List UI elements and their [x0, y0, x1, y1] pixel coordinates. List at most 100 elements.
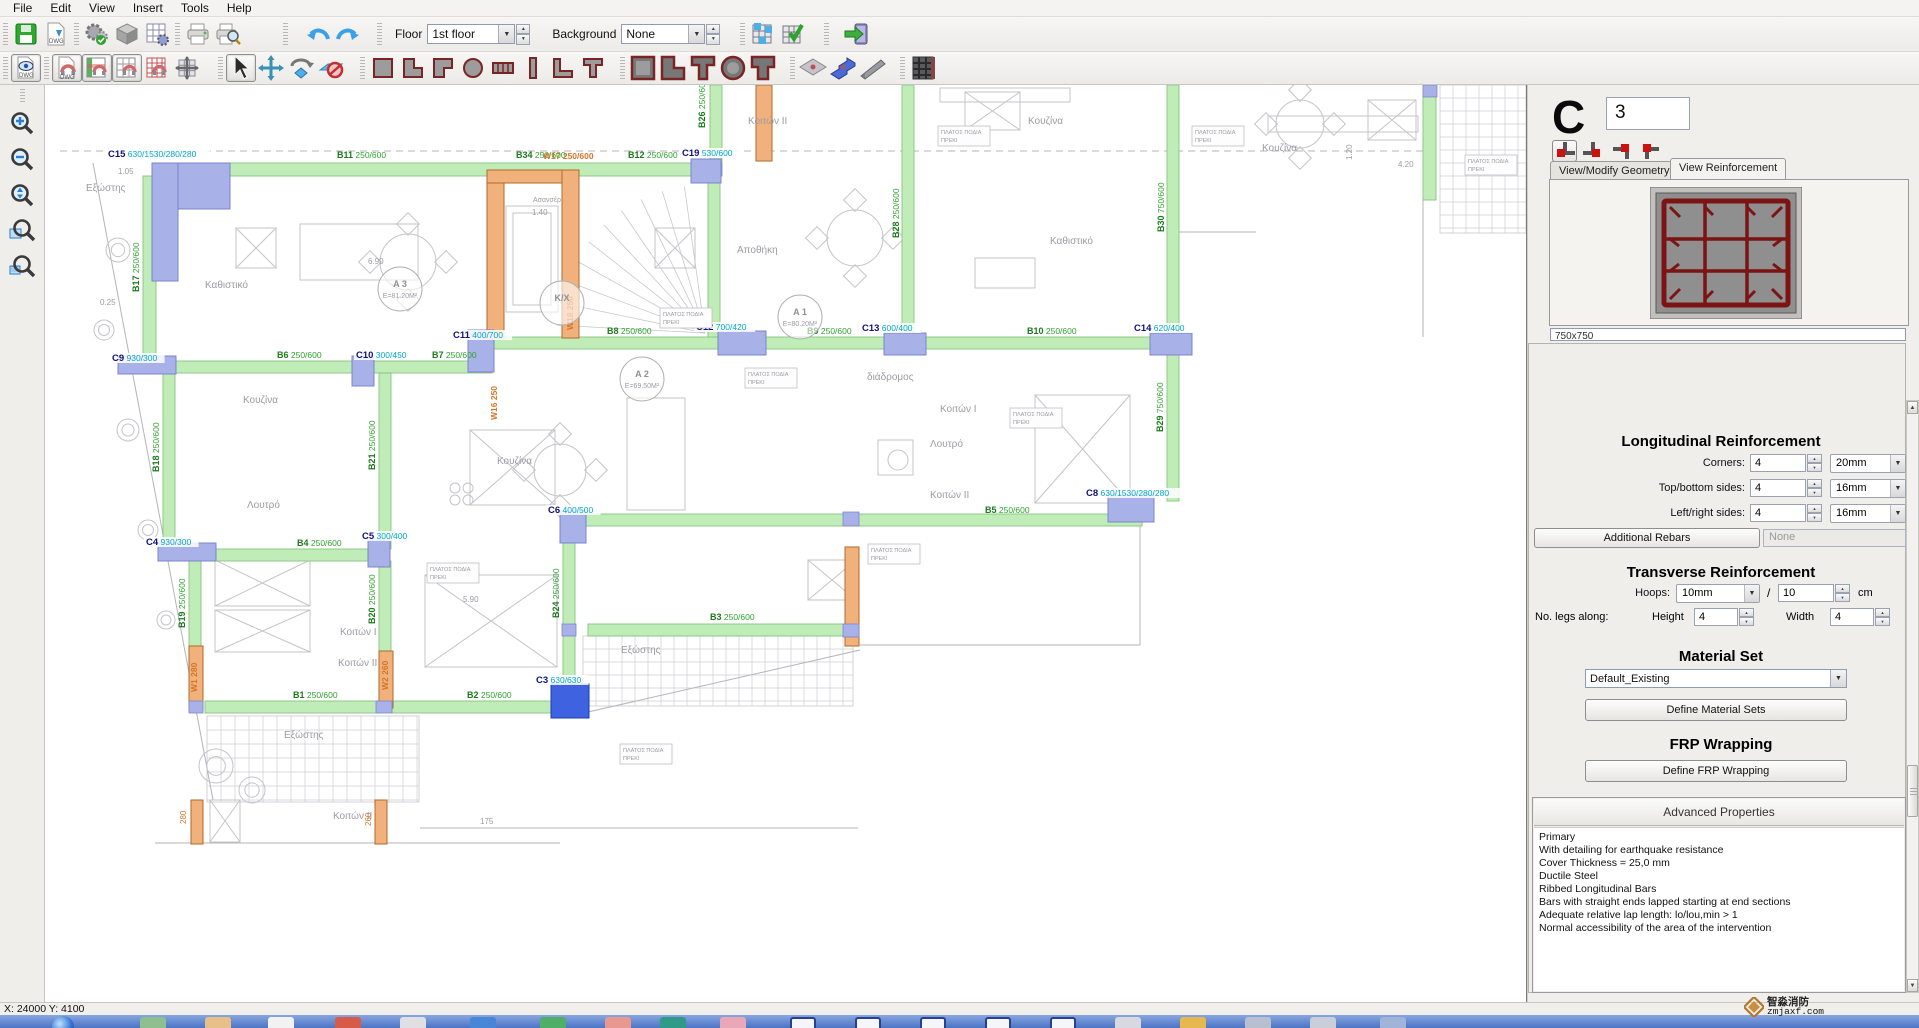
scrollbar-thumb[interactable]	[1907, 765, 1918, 817]
hoop-spacing-stepper[interactable]: ▲▼	[1835, 584, 1850, 602]
hoops-diameter-dropdown[interactable]: 10mm▼	[1676, 584, 1760, 603]
panel-scrollbar[interactable]	[1906, 400, 1919, 993]
taskbar-app-icon[interactable]	[660, 1017, 686, 1028]
taskbar-app-icon[interactable]	[1245, 1017, 1271, 1028]
section-size-field[interactable]: 750x750	[1550, 328, 1906, 341]
legs-height-stepper[interactable]: ▲▼	[1739, 608, 1754, 626]
zoom-out-button[interactable]	[5, 143, 39, 175]
taskbar-app-icon[interactable]	[470, 1017, 496, 1028]
taskbar-app-icon[interactable]	[540, 1017, 566, 1028]
settings-button[interactable]	[82, 20, 112, 48]
background-dropdown[interactable]: None ▼	[621, 24, 705, 44]
export-dwg-button[interactable]: DWG	[41, 20, 71, 48]
big-column-rect-tool[interactable]	[628, 54, 658, 82]
undo-button[interactable]	[303, 20, 333, 48]
grid-snap-toggle[interactable]	[112, 54, 142, 82]
delete-tool[interactable]	[316, 54, 346, 82]
stairs-tool[interactable]	[828, 54, 858, 82]
up-arrow-icon[interactable]: ▲	[516, 24, 530, 35]
taskbar-app-icon[interactable]	[985, 1017, 1011, 1028]
column-orientation-4[interactable]	[1638, 140, 1663, 162]
down-arrow-icon[interactable]: ▼	[706, 34, 720, 45]
scroll-down-arrow[interactable]: ▼	[1907, 979, 1918, 992]
menu-view[interactable]: View	[80, 0, 124, 16]
exit-button[interactable]	[842, 20, 872, 48]
move-tool[interactable]	[256, 54, 286, 82]
start-button[interactable]	[52, 1016, 74, 1028]
legs-width-input[interactable]: 4	[1830, 608, 1874, 626]
floor-stepper[interactable]: ▲▼	[516, 24, 530, 45]
column-orientation-3[interactable]	[1610, 140, 1635, 162]
column-U-tool[interactable]	[548, 54, 578, 82]
zoom-extents-button[interactable]	[5, 179, 39, 211]
column-orientation-2[interactable]	[1580, 140, 1605, 162]
taskbar-app-icon[interactable]	[1115, 1017, 1141, 1028]
taskbar-app-icon[interactable]	[205, 1017, 231, 1028]
grid-settings-button[interactable]	[142, 20, 172, 48]
additional-rebars-button[interactable]: Additional Rebars	[1534, 528, 1760, 548]
legs-width-stepper[interactable]: ▲▼	[1875, 608, 1890, 626]
grid-move-button[interactable]	[172, 54, 202, 82]
advanced-properties-button[interactable]: Advanced Properties	[1534, 799, 1904, 826]
corners-stepper[interactable]: ▲▼	[1807, 454, 1822, 472]
tab-view-modify-geometry[interactable]: View/Modify Geometry	[1550, 161, 1678, 179]
menu-help[interactable]: Help	[218, 0, 261, 16]
save-button[interactable]	[11, 20, 41, 48]
menu-edit[interactable]: Edit	[41, 0, 80, 16]
column-circle-tool[interactable]	[458, 54, 488, 82]
scroll-up-arrow[interactable]: ▲	[1907, 401, 1918, 414]
left-right-stepper[interactable]: ▲▼	[1807, 504, 1822, 522]
big-column-circle-tool[interactable]	[718, 54, 748, 82]
define-material-sets-button[interactable]: Define Material Sets	[1585, 699, 1847, 721]
taskbar-app-icon[interactable]	[790, 1017, 816, 1028]
top-bottom-count-input[interactable]: 4	[1750, 479, 1806, 497]
left-right-count-input[interactable]: 4	[1750, 504, 1806, 522]
big-column-L-tool[interactable]	[658, 54, 688, 82]
taskbar-app-icon[interactable]	[605, 1017, 631, 1028]
down-arrow-icon[interactable]: ▼	[516, 34, 530, 45]
select-tool[interactable]	[226, 54, 256, 82]
material-set-dropdown[interactable]: Default_Existing ▼	[1585, 669, 1847, 688]
big-column-T-tool[interactable]	[688, 54, 718, 82]
taskbar-app-icon[interactable]	[1310, 1017, 1336, 1028]
zoom-window-button[interactable]	[5, 215, 39, 247]
column-rect-tool[interactable]	[368, 54, 398, 82]
dwg-view-toggle[interactable]: DWG	[11, 54, 41, 82]
taskbar-app-icon[interactable]	[335, 1017, 361, 1028]
menu-tools[interactable]: Tools	[172, 0, 218, 16]
hoop-spacing-input[interactable]: 10	[1778, 584, 1834, 602]
column-orientation-1[interactable]	[1552, 140, 1577, 162]
windows-taskbar[interactable]	[0, 1015, 1919, 1028]
zoom-previous-button[interactable]	[5, 251, 39, 283]
ramp-tool[interactable]	[858, 54, 888, 82]
taskbar-app-icon[interactable]	[268, 1017, 294, 1028]
up-arrow-icon[interactable]: ▲	[706, 24, 720, 35]
corners-count-input[interactable]: 4	[1750, 454, 1806, 472]
taskbar-app-icon[interactable]	[720, 1017, 746, 1028]
taskbar-app-icon[interactable]	[140, 1017, 166, 1028]
3d-view-button[interactable]	[112, 20, 142, 48]
taskbar-app-icon[interactable]	[855, 1017, 881, 1028]
column-number-input[interactable]: 3	[1606, 97, 1690, 130]
taskbar-app-icon[interactable]	[400, 1017, 426, 1028]
print-preview-button[interactable]	[213, 20, 243, 48]
tab-view-reinforcement[interactable]: View Reinforcement	[1670, 158, 1786, 179]
column-L-tool[interactable]	[398, 54, 428, 82]
taskbar-app-icon[interactable]	[1180, 1017, 1206, 1028]
taskbar-app-icon[interactable]	[1380, 1017, 1406, 1028]
floor-dropdown[interactable]: 1st floor ▼	[427, 24, 515, 44]
column-ribbed-tool[interactable]	[488, 54, 518, 82]
taskbar-app-icon[interactable]	[1050, 1017, 1076, 1028]
left-right-diameter-dropdown[interactable]: 16mm▼	[1830, 504, 1906, 523]
column-T-tool[interactable]	[578, 54, 608, 82]
dwg-snap-toggle[interactable]: DWG	[52, 54, 82, 82]
menu-file[interactable]: File	[4, 0, 41, 16]
numbered-grid-button[interactable]	[748, 20, 778, 48]
mesh-snap-toggle[interactable]	[142, 54, 172, 82]
redo-button[interactable]	[333, 20, 363, 48]
column-wall-tool[interactable]	[518, 54, 548, 82]
background-stepper[interactable]: ▲▼	[706, 24, 720, 45]
top-bottom-stepper[interactable]: ▲▼	[1807, 479, 1822, 497]
top-bottom-diameter-dropdown[interactable]: 16mm▼	[1830, 479, 1906, 498]
grid-confirm-button[interactable]	[778, 20, 808, 48]
